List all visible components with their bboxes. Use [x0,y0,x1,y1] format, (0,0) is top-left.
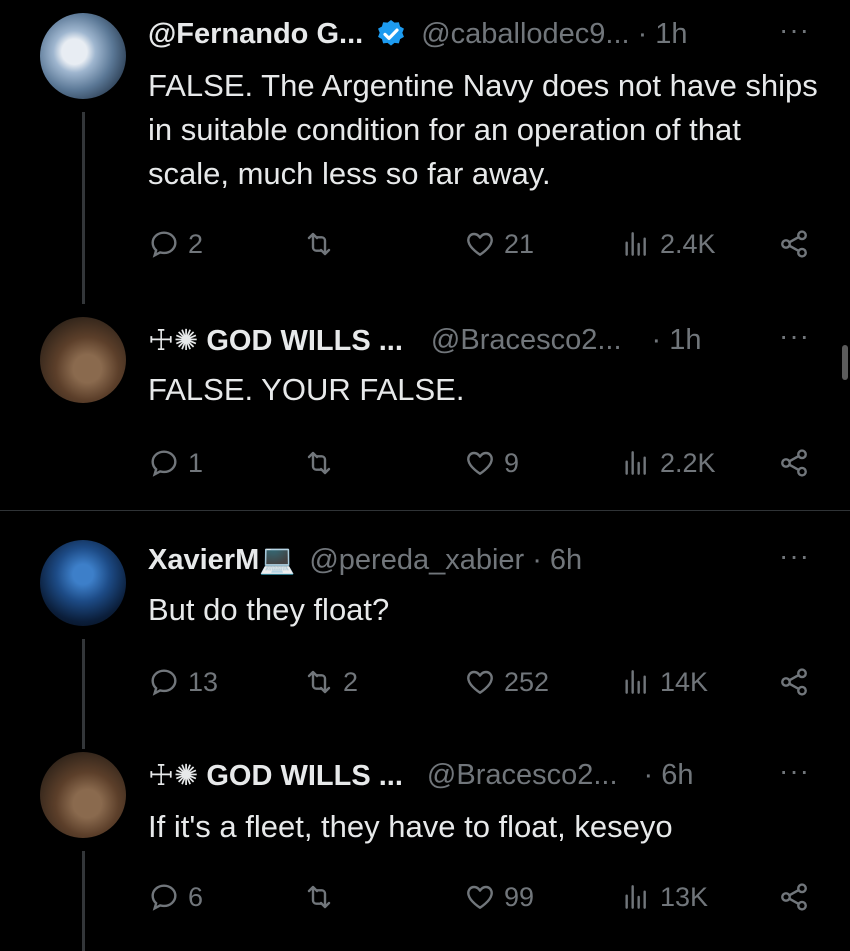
views-count: 2.2K [660,447,716,478]
repost-icon [307,670,331,694]
reply-icon [151,884,177,911]
thread-line [82,851,85,951]
like-button[interactable]: 9 [464,443,519,483]
display-name[interactable]: ☩✺ GOD WILLS ... [148,323,403,358]
handle[interactable]: @Bracesco2... [431,324,622,357]
views-icon [625,670,646,694]
tweet-header: @Fernando G... @caballodec9... · 1h ··· [148,14,810,54]
repost-button[interactable]: 2 [303,662,358,702]
tweet-4[interactable]: ☩✺ GOD WILLS ... @Bracesco2... · 6h ··· … [0,731,850,951]
views-button[interactable]: 2.4K [620,224,716,264]
like-count: 9 [504,447,520,478]
like-count: 21 [504,228,535,259]
views-button[interactable]: 13K [620,877,708,917]
more-options-icon[interactable]: ··· [779,14,810,46]
action-bar: 2 21 2.4K [148,224,813,264]
heart-icon [467,885,493,909]
avatar[interactable] [40,13,126,99]
reply-icon [151,669,177,696]
views-count: 14K [660,666,709,697]
repost-count: 2 [343,666,359,697]
avatar[interactable] [40,752,126,838]
separator-dot: · [637,17,648,50]
handle[interactable]: @Bracesco2... [427,759,618,792]
reply-button[interactable]: 1 [148,443,203,483]
repost-icon [307,232,331,256]
repost-button[interactable] [303,224,343,264]
share-button[interactable] [778,662,810,702]
share-button[interactable] [778,443,810,483]
reply-count: 2 [188,228,204,259]
share-button[interactable] [778,877,810,917]
verified-badge-icon [375,18,407,50]
separator-dot: · [651,323,662,356]
like-count: 99 [504,881,535,912]
reply-count: 13 [188,666,219,697]
more-options-icon[interactable]: ··· [779,320,810,352]
scrollbar[interactable] [842,345,848,380]
timestamp[interactable]: 6h [661,759,693,792]
action-bar: 1 9 2.2K [148,443,813,483]
handle[interactable]: @pereda_xabier [309,544,524,577]
tweet-text: FALSE. The Argentine Navy does not have … [148,68,818,191]
separator-dot: · [643,758,654,791]
reply-count: 1 [188,447,204,478]
tweet-header: XavierM💻 @pereda_xabier · 6h ··· [148,540,810,580]
views-button[interactable]: 14K [620,662,708,702]
display-name[interactable]: XavierM💻 [148,543,295,577]
timestamp[interactable]: 6h [550,544,582,577]
like-count: 252 [504,666,550,697]
share-icon [781,883,807,911]
like-button[interactable]: 252 [464,662,549,702]
action-bar: 6 99 13K [148,877,813,917]
handle[interactable]: @caballodec9... [421,18,629,51]
repost-button[interactable] [303,443,343,483]
heart-icon [467,670,493,694]
separator-dot: · [532,543,542,576]
views-count: 13K [660,881,709,912]
reply-button[interactable]: 13 [148,662,218,702]
like-button[interactable]: 21 [464,224,534,264]
thread-line [82,112,85,304]
more-options-icon[interactable]: ··· [779,540,810,572]
avatar[interactable] [40,317,126,403]
repost-icon [307,451,331,475]
repost-icon [307,885,331,909]
tweet-header: ☩✺ GOD WILLS ... @Bracesco2... · 1h ··· [148,320,810,360]
display-name[interactable]: ☩✺ GOD WILLS ... [148,758,403,793]
tweet-3[interactable]: XavierM💻 @pereda_xabier · 6h ··· But do … [0,511,850,749]
reply-count: 6 [188,881,204,912]
timestamp[interactable]: 1h [669,324,701,357]
display-name[interactable]: @Fernando G... [148,18,363,51]
share-button[interactable] [778,224,810,264]
heart-icon [467,451,493,475]
share-icon [781,449,807,477]
timestamp[interactable]: 1h [655,18,687,51]
tweet-text: FALSE. YOUR FALSE. [148,372,465,407]
avatar[interactable] [40,540,126,626]
views-icon [625,451,646,475]
views-icon [625,885,646,909]
like-button[interactable]: 99 [464,877,534,917]
repost-button[interactable] [303,877,343,917]
action-bar: 13 2 252 14K [148,662,813,702]
reply-button[interactable]: 2 [148,224,203,264]
tweet-header: ☩✺ GOD WILLS ... @Bracesco2... · 6h ··· [148,755,810,795]
tweet-text: If it's a fleet, they have to float, kes… [148,809,673,844]
heart-icon [467,232,493,256]
reply-icon [151,450,177,477]
tweet-2[interactable]: ☩✺ GOD WILLS ... @Bracesco2... · 1h ··· … [0,300,850,510]
views-count: 2.4K [660,228,716,259]
share-icon [781,230,807,258]
tweet-text: But do they float? [148,592,390,627]
reply-icon [151,231,177,258]
views-icon [625,232,646,256]
tweet-1[interactable]: @Fernando G... @caballodec9... · 1h ··· … [0,0,850,304]
reply-button[interactable]: 6 [148,877,203,917]
share-icon [781,668,807,696]
views-button[interactable]: 2.2K [620,443,716,483]
more-options-icon[interactable]: ··· [779,755,810,787]
